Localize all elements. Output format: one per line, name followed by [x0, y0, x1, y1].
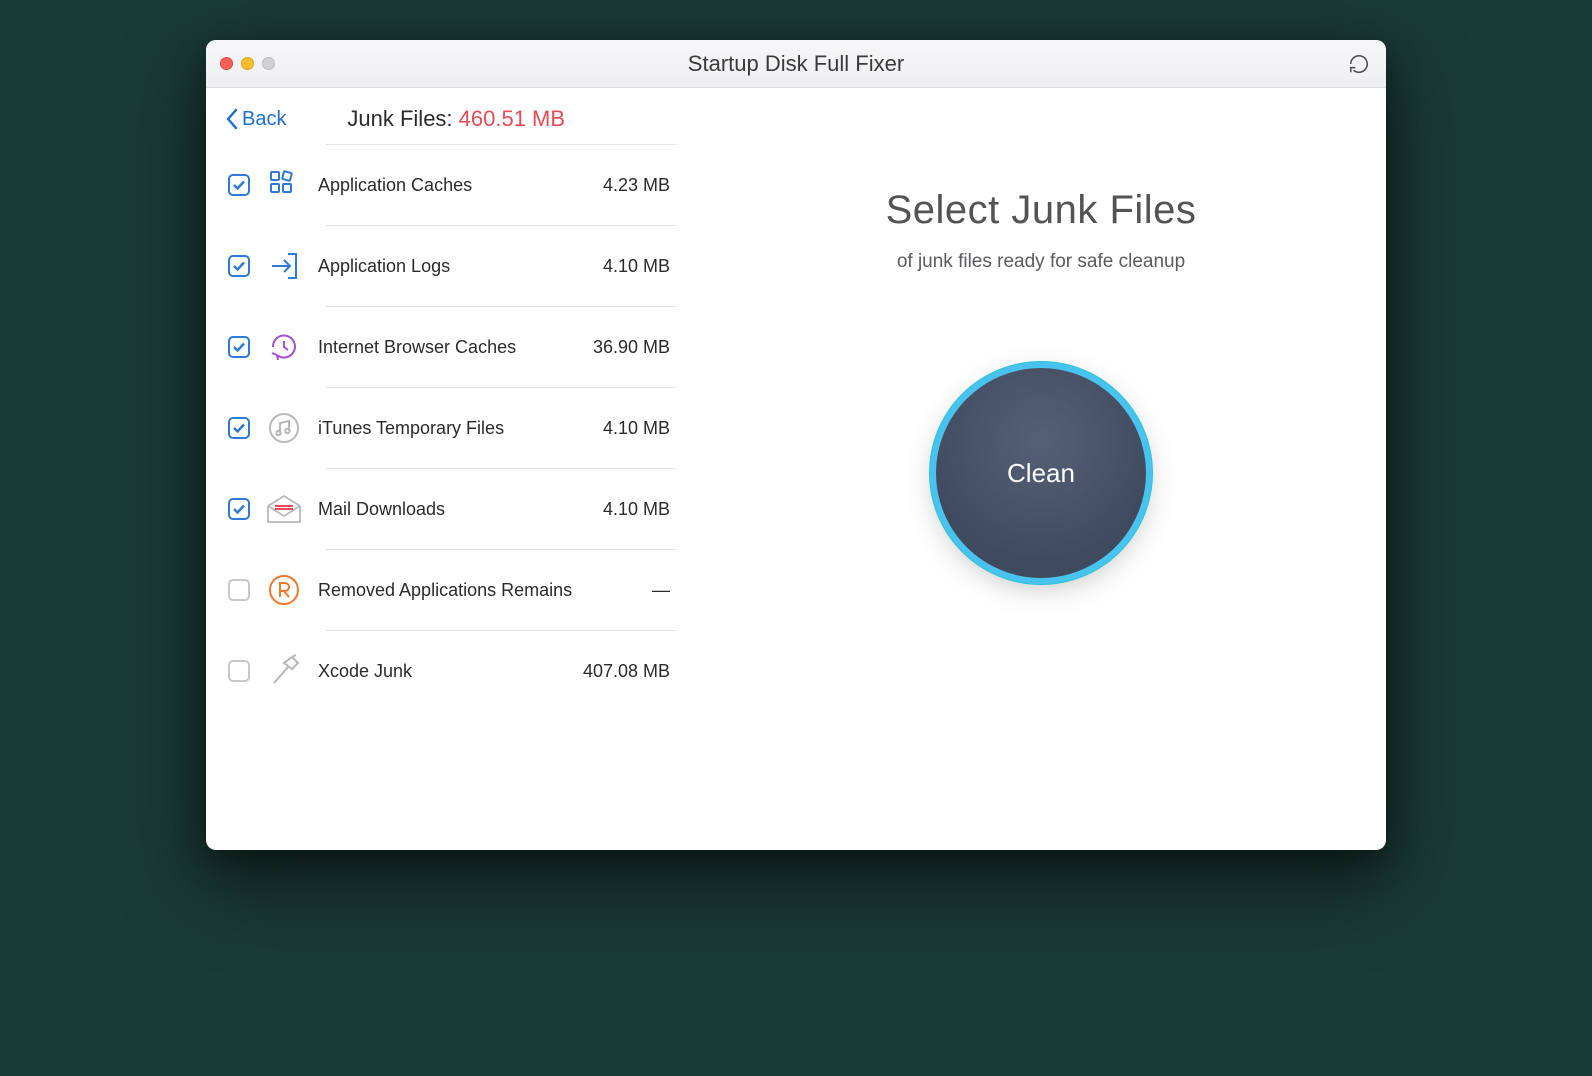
zoom-window-button[interactable] — [262, 57, 275, 70]
chevron-left-icon — [226, 108, 240, 130]
category-checkbox[interactable] — [228, 660, 250, 682]
clean-button[interactable]: Clean — [936, 368, 1146, 578]
category-row[interactable]: Mail Downloads4.10 MB — [206, 469, 696, 549]
window-controls — [220, 57, 275, 70]
junk-header-size: 460.51 MB — [459, 106, 565, 131]
category-row[interactable]: Xcode Junk407.08 MB — [206, 631, 696, 711]
category-row[interactable]: Application Logs4.10 MB — [206, 226, 696, 306]
category-size: 407.08 MB — [583, 661, 678, 682]
category-row[interactable]: Internet Browser Caches36.90 MB — [206, 307, 696, 387]
check-icon — [232, 421, 246, 435]
category-checkbox[interactable] — [228, 336, 250, 358]
category-label: Application Caches — [318, 175, 603, 196]
junk-category-list: Application Caches4.23 MB Application Lo… — [206, 144, 696, 850]
category-label: Xcode Junk — [318, 661, 583, 682]
category-label: Mail Downloads — [318, 499, 603, 520]
junk-files-header: Junk Files: 460.51 MB — [286, 106, 676, 132]
refresh-icon — [1348, 53, 1370, 75]
r-icon — [266, 572, 302, 608]
enter-icon — [266, 248, 302, 284]
mail-icon — [266, 491, 302, 527]
category-size: 4.10 MB — [603, 499, 678, 520]
refresh-button[interactable] — [1346, 51, 1372, 77]
category-row[interactable]: iTunes Temporary Files4.10 MB — [206, 388, 696, 468]
hammer-icon — [266, 653, 302, 689]
clean-button-label: Clean — [1007, 458, 1075, 489]
window-title: Startup Disk Full Fixer — [206, 51, 1386, 77]
category-row[interactable]: Application Caches4.23 MB — [206, 145, 696, 225]
music-icon — [266, 410, 302, 446]
category-label: Application Logs — [318, 256, 603, 277]
main-title: Select Junk Files — [886, 188, 1197, 233]
category-size: 4.10 MB — [603, 256, 678, 277]
app-window: Startup Disk Full Fixer Back Junk Files:… — [206, 40, 1386, 850]
back-button[interactable]: Back — [226, 108, 286, 131]
title-bold: Fixer — [855, 51, 904, 76]
back-label: Back — [242, 108, 286, 131]
main-subtitle: of junk files ready for safe cleanup — [897, 251, 1185, 273]
category-label: Removed Applications Remains — [318, 580, 652, 601]
category-checkbox[interactable] — [228, 498, 250, 520]
category-checkbox[interactable] — [228, 255, 250, 277]
junk-header-label: Junk Files: — [347, 106, 458, 131]
clock-icon — [266, 329, 302, 365]
sidebar-header: Back Junk Files: 460.51 MB — [206, 106, 696, 144]
check-icon — [232, 259, 246, 273]
titlebar: Startup Disk Full Fixer — [206, 40, 1386, 88]
check-icon — [232, 340, 246, 354]
check-icon — [232, 502, 246, 516]
minimize-window-button[interactable] — [241, 57, 254, 70]
category-size: — — [652, 580, 678, 601]
check-icon — [232, 178, 246, 192]
title-prefix: Startup Disk Full — [688, 51, 856, 76]
category-size: 4.23 MB — [603, 175, 678, 196]
close-window-button[interactable] — [220, 57, 233, 70]
grid-icon — [266, 167, 302, 203]
main-panel: Select Junk Files of junk files ready fo… — [696, 88, 1386, 850]
category-label: Internet Browser Caches — [318, 337, 593, 358]
category-checkbox[interactable] — [228, 579, 250, 601]
sidebar: Back Junk Files: 460.51 MB Application C… — [206, 88, 696, 850]
category-label: iTunes Temporary Files — [318, 418, 603, 439]
window-body: Back Junk Files: 460.51 MB Application C… — [206, 88, 1386, 850]
category-size: 36.90 MB — [593, 337, 678, 358]
category-size: 4.10 MB — [603, 418, 678, 439]
category-checkbox[interactable] — [228, 417, 250, 439]
category-checkbox[interactable] — [228, 174, 250, 196]
category-row[interactable]: Removed Applications Remains— — [206, 550, 696, 630]
